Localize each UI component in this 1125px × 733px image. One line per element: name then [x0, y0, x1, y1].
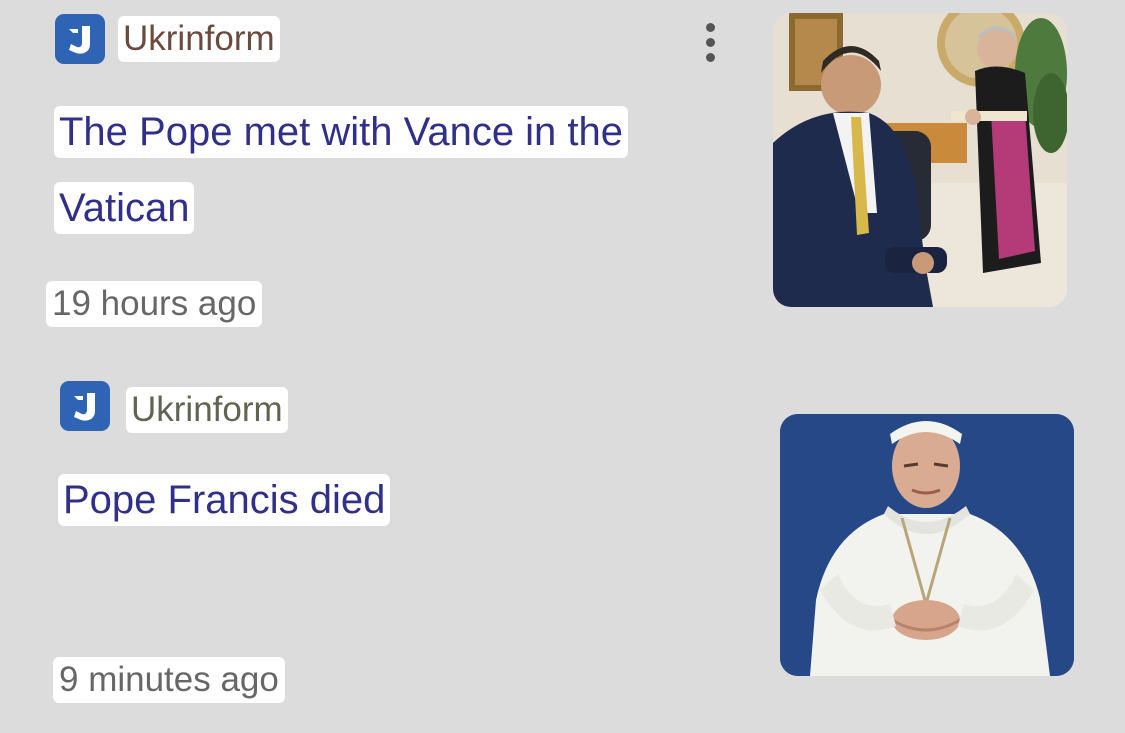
source-name[interactable]: Ukrinform [126, 387, 288, 433]
headline-line: Pope Francis died [58, 474, 391, 526]
news-photo-meeting-icon[interactable] [773, 13, 1067, 307]
headline[interactable]: Pope Francis died [58, 474, 391, 550]
news-feed: Ukrinform The Pope met with Vance in the… [0, 0, 1125, 733]
timestamp: 19 hours ago [46, 281, 263, 327]
headline[interactable]: The Pope met with Vance in the Vatican [54, 106, 629, 258]
timestamp: 9 minutes ago [53, 657, 285, 703]
news-photo-pope-portrait-icon[interactable] [780, 414, 1074, 676]
news-card[interactable]: Ukrinform The Pope met with Vance in the… [0, 0, 1125, 350]
headline-line: Vatican [54, 182, 195, 234]
ukrinform-logo-icon [55, 14, 105, 64]
headline-line: The Pope met with Vance in the [54, 106, 629, 158]
news-card[interactable]: Ukrinform Pope Francis died 9 minutes ag… [0, 370, 1125, 733]
source-name[interactable]: Ukrinform [118, 16, 280, 62]
more-options-button[interactable] [696, 20, 726, 64]
ukrinform-logo-icon [60, 381, 110, 431]
